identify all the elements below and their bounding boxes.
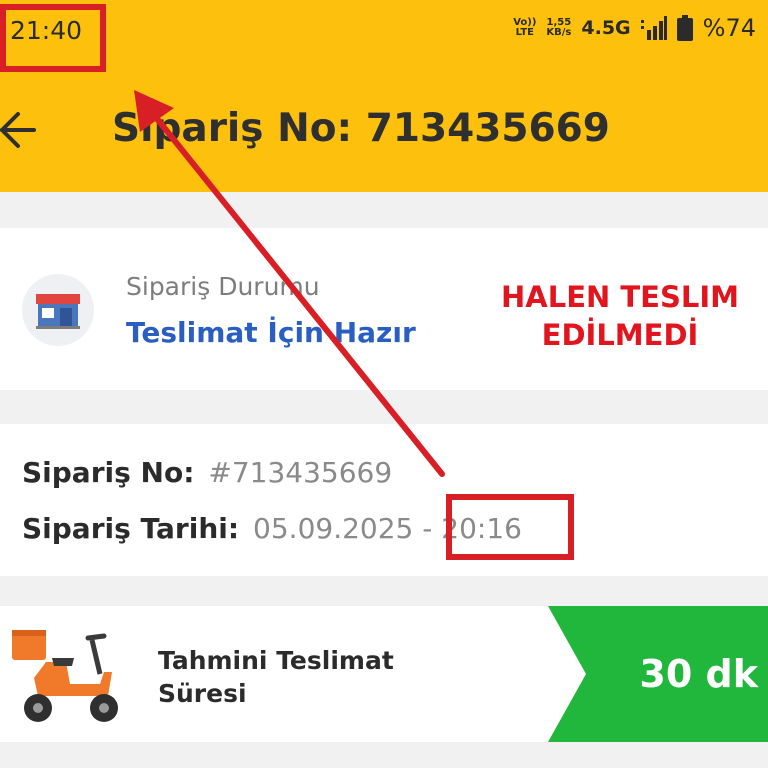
annotation-arrow bbox=[134, 90, 445, 477]
